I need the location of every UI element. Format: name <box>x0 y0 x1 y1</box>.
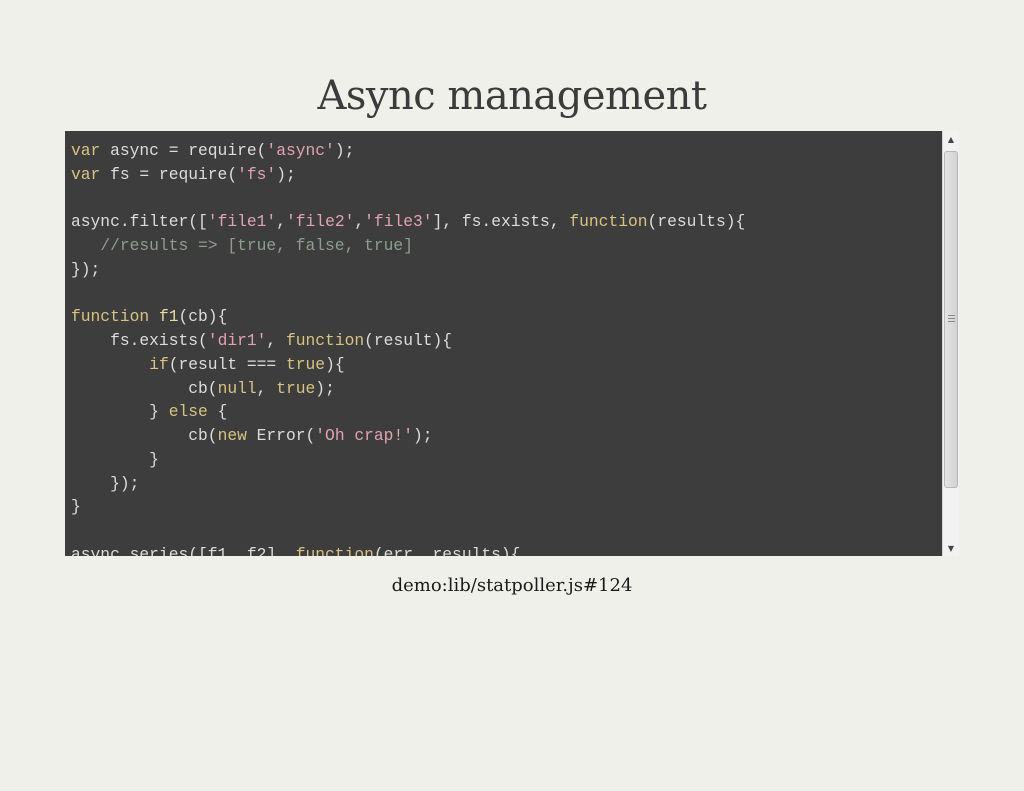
code-token-keyword: var <box>71 141 101 160</box>
code-block[interactable]: var async = require('async'); var fs = re… <box>71 139 745 556</box>
code-token-string: 'Oh crap!' <box>315 426 413 445</box>
code-line: //results => [true, false, true] <box>71 234 745 258</box>
code-token-keyword: var <box>71 164 101 184</box>
code-token-plain: ); <box>413 426 433 445</box>
scroll-up-arrow-icon[interactable]: ▲ <box>943 131 959 147</box>
code-token-keyword: function <box>71 307 150 327</box>
code-token-plain: Error( <box>246 426 316 445</box>
code-token-plain: async.series([f1, f2], <box>71 544 296 556</box>
code-token-string: 'file1' <box>207 212 277 232</box>
code-line: }); <box>71 258 745 282</box>
code-line: } <box>71 448 745 472</box>
code-token-plain: { <box>207 402 228 422</box>
code-token-plain: } <box>71 449 159 469</box>
code-token-literal: true <box>276 378 316 398</box>
slide-title: Async management <box>317 73 708 119</box>
code-line: cb(new Error('Oh crap!'); <box>71 424 745 448</box>
code-line: var fs = require('fs'); <box>71 163 745 187</box>
vertical-scrollbar[interactable]: ▲ ▼ <box>942 131 959 556</box>
code-editor[interactable]: var async = require('async'); var fs = re… <box>65 131 942 556</box>
code-token-string: 'file2' <box>285 212 355 232</box>
code-token-comment: //results => [true, false, true] <box>100 236 413 255</box>
code-token-plain: ); <box>315 378 335 398</box>
code-token-plain: ){ <box>325 354 345 374</box>
code-line: async.filter(['file1','file2','file3'], … <box>71 210 745 234</box>
code-token-plain: async.filter([ <box>71 212 208 232</box>
code-token-plain: (err, results){ <box>373 544 521 556</box>
code-token-keyword: if <box>149 354 169 374</box>
code-token-string: 'file3' <box>364 212 433 232</box>
code-token-plain: cb( <box>71 426 218 445</box>
code-token-plain: ], fs.exists, <box>432 212 570 232</box>
code-token-plain: fs = require( <box>100 164 238 184</box>
code-line: async.series([f1, f2], function(err, res… <box>71 543 745 556</box>
scroll-down-arrow-icon[interactable]: ▼ <box>943 540 959 556</box>
grip-icon <box>948 315 955 322</box>
code-line: fs.exists('dir1', function(result){ <box>71 329 745 353</box>
code-token-string: 'fs' <box>237 164 277 184</box>
code-token-string: 'dir1' <box>207 331 267 350</box>
code-token-literal: null <box>217 378 257 398</box>
scrollbar-thumb[interactable] <box>944 151 958 488</box>
code-token-plain: , <box>354 212 365 232</box>
code-token-plain: (result){ <box>364 331 453 350</box>
code-line: function f1(cb){ <box>71 305 745 329</box>
code-line: }); <box>71 472 745 496</box>
code-line: } <box>71 495 745 519</box>
code-token-plain: cb( <box>71 378 218 398</box>
code-token-plain: fs.exists( <box>71 331 208 350</box>
code-token-plain: async = require( <box>100 141 267 160</box>
code-token-keyword: function <box>295 544 374 556</box>
code-token-keyword: function <box>569 212 648 232</box>
code-line: if(result === true){ <box>71 353 745 377</box>
code-token-plain: (result === <box>168 354 286 374</box>
code-token-plain: } <box>71 402 169 422</box>
code-token-fname: f1 <box>158 307 179 327</box>
code-line: } else { <box>71 400 745 424</box>
code-token-plain: , <box>256 378 277 398</box>
code-token-plain: , <box>276 212 286 232</box>
code-token-plain: (results){ <box>647 212 746 232</box>
code-token-keyword: else <box>168 402 208 422</box>
code-token-plain: }); <box>71 473 140 493</box>
code-token-plain: } <box>71 497 81 517</box>
code-token-plain: (cb){ <box>178 307 228 327</box>
code-token-plain: ); <box>276 164 296 184</box>
code-token-plain: ); <box>334 141 355 160</box>
code-token-keyword: new <box>217 426 247 445</box>
code-token-string: 'async' <box>266 141 335 160</box>
code-token-plain: }); <box>71 259 101 279</box>
code-line: var async = require('async'); <box>71 139 745 163</box>
demo-source-caption: demo:lib/statpoller.js#124 <box>391 575 633 596</box>
code-token-keyword: function <box>285 331 365 350</box>
code-token-literal: true <box>285 354 326 374</box>
code-token-plain: , <box>266 331 286 350</box>
code-line: cb(null, true); <box>71 377 745 401</box>
